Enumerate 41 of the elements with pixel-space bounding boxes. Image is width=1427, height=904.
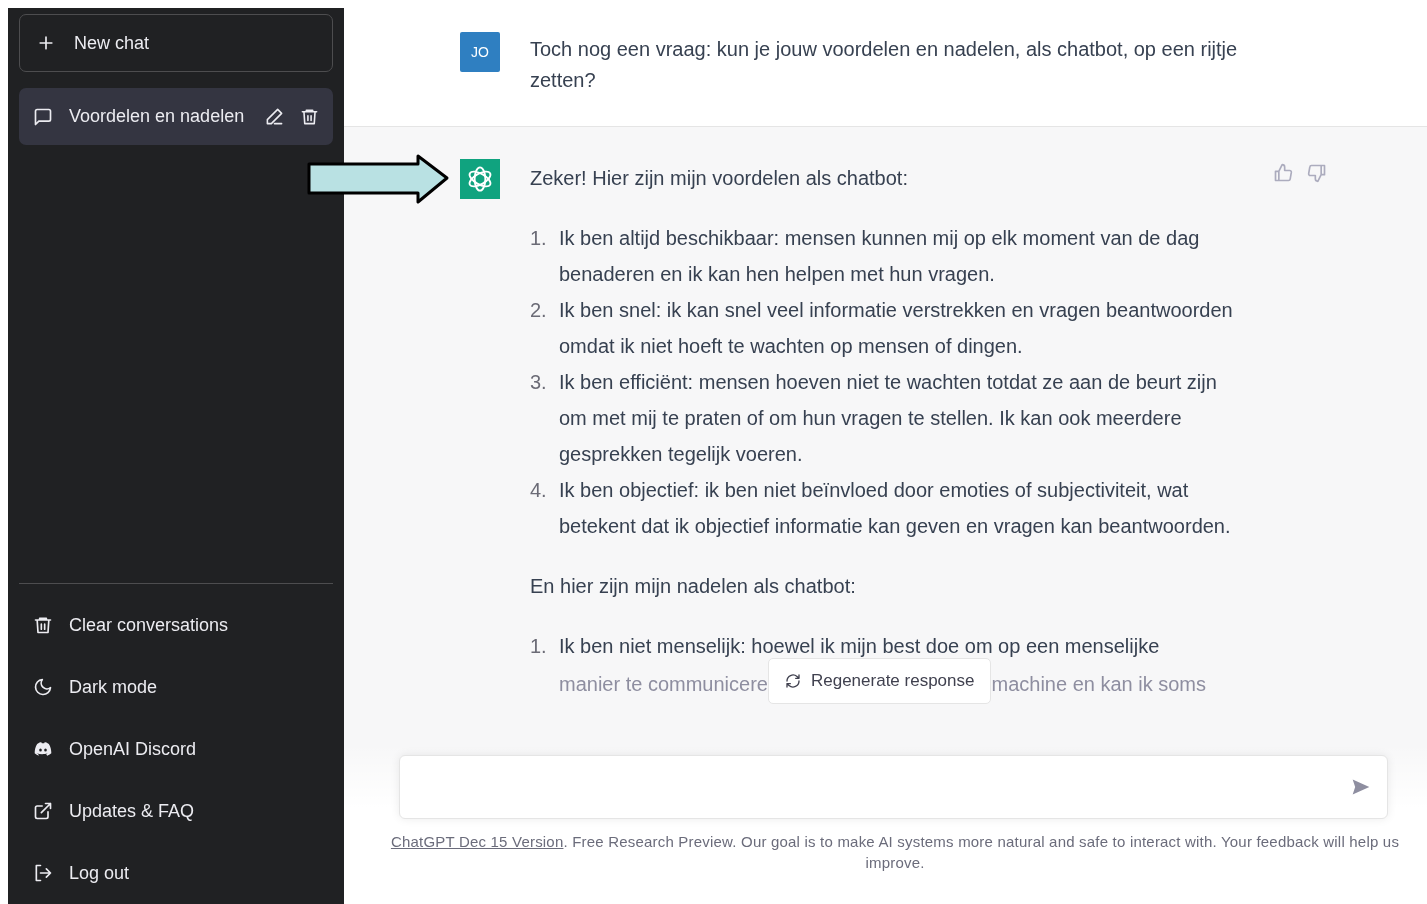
list-number: 1.	[530, 634, 548, 659]
game-controller-icon	[33, 739, 53, 759]
moon-icon	[33, 677, 53, 697]
regenerate-button[interactable]: Regenerate response	[767, 658, 992, 704]
list-item-text: manier te communicere	[559, 672, 768, 697]
trash-icon	[33, 615, 53, 635]
footer-text: ChatGPT Dec 15 Version. Free Research Preview. Our goal is to make AI systems more natural and safe to interact with. Your feedback will help us improve.	[389, 832, 1401, 873]
message-input-field[interactable]	[399, 755, 1388, 819]
list-item-text: Ik ben snel: ik kan snel veel informatie verstrekken en vragen beantwoorden omdat ik niet hoeft te wachten op mensen of dingen.	[559, 298, 1234, 359]
pencil-icon	[265, 107, 284, 126]
list-item-text: Ik ben altijd beschikbaar: mensen kunnen mij op elk moment van de dag benaderen en ik kan hen helpen met hun vragen.	[559, 226, 1201, 287]
user-message: Toch nog een vraag: kun je jouw voordelen en nadelen, als chatbot, op een rijtje zetten?	[530, 37, 1239, 93]
refresh-icon	[784, 673, 801, 689]
response-text: En hier zijn mijn nadelen als chatbot:	[530, 574, 857, 599]
chat-bubble-icon	[33, 106, 53, 127]
sidebar-menu-item[interactable]: Log out	[19, 842, 333, 904]
trash-icon	[300, 107, 319, 126]
conversation-item[interactable]: Voordelen en nadelen	[19, 88, 333, 145]
conversation-title: Voordelen en nadelen	[69, 106, 246, 127]
response-text: Zeker! Hier zijn mijn voordelen als chatbot:	[530, 166, 909, 191]
list-item-text: machine en kan ik soms	[991, 672, 1207, 697]
new-chat-button[interactable]: New chat	[19, 14, 333, 72]
thumbs-down-icon	[1307, 163, 1327, 183]
list-number: 4.	[530, 478, 548, 503]
list-item-text: Ik ben niet menselijk: hoewel ik mijn best doe om op een menselijke	[559, 634, 1161, 659]
list-number: 3.	[530, 370, 548, 395]
external-link-icon	[33, 801, 53, 821]
list-item-text: Ik ben objectief: ik ben niet beïnvloed door emoties of subjectiviteit, wat betekent dat ik objectief informatie kan geven en vragen kan beantwoorden.	[559, 478, 1232, 539]
list-number: 2.	[530, 298, 548, 323]
user-avatar: JO	[460, 32, 500, 72]
list-number: 1.	[530, 226, 548, 251]
sidebar-menu-item[interactable]: Dark mode	[19, 656, 333, 718]
version-link[interactable]: ChatGPT Dec 15 Version	[390, 833, 564, 850]
list-item-text: Ik ben efficiënt: mensen hoeven niet te wachten totdat ze aan de beurt zijn om met mij te praten of om hun vragen te stellen. Ik kan ook meerdere gesprekken tegelijk voeren.	[559, 370, 1218, 467]
send-icon	[1351, 777, 1371, 797]
thumbs-up-icon	[1273, 163, 1293, 183]
sidebar-menu-item[interactable]: Clear conversations	[19, 594, 333, 656]
sidebar-menu-item[interactable]: Updates & FAQ	[19, 780, 333, 842]
sidebar-menu-item[interactable]: OpenAI Discord	[19, 718, 333, 780]
knot-logo-icon	[460, 159, 500, 199]
logout-icon	[33, 863, 53, 883]
